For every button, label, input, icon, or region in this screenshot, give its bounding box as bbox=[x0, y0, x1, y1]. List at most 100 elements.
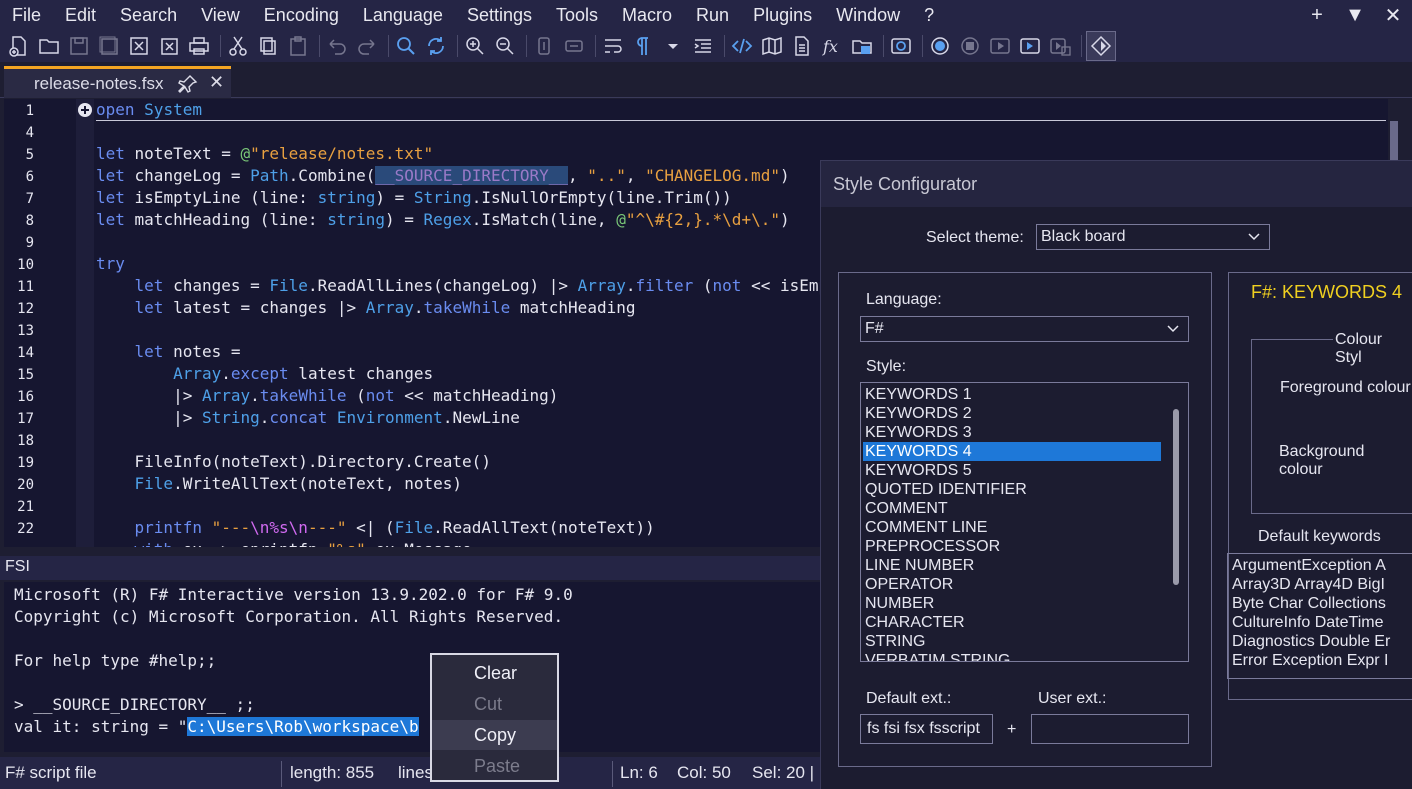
line-number: 22 bbox=[17, 521, 34, 537]
toolbar-separator bbox=[526, 35, 527, 57]
document-list-icon[interactable] bbox=[789, 33, 815, 59]
style-list-scrollbar[interactable] bbox=[1173, 409, 1179, 585]
new-tab-button[interactable]: + bbox=[1298, 4, 1336, 27]
style-list-item[interactable]: STRING bbox=[863, 632, 1161, 651]
fold-line bbox=[96, 120, 1386, 121]
paste-icon[interactable] bbox=[285, 33, 311, 59]
status-separator bbox=[281, 761, 282, 787]
style-list-item[interactable]: KEYWORDS 3 bbox=[863, 423, 1161, 442]
menu-search[interactable]: Search bbox=[108, 0, 189, 30]
code-line: let changes = File.ReadAllLines(changeLo… bbox=[134, 276, 896, 295]
indent-guide-icon[interactable] bbox=[690, 33, 716, 59]
copy-icon[interactable] bbox=[255, 33, 281, 59]
style-list-item[interactable]: COMMENT LINE bbox=[863, 518, 1161, 537]
toolbar: fx bbox=[0, 30, 1412, 62]
style-list-item[interactable]: QUOTED IDENTIFIER bbox=[863, 480, 1161, 499]
find-icon[interactable] bbox=[393, 33, 419, 59]
language-tag-icon[interactable] bbox=[729, 33, 755, 59]
default-keywords-label: Default keywords bbox=[1258, 528, 1381, 545]
tab-list-button[interactable]: ▼ bbox=[1336, 4, 1374, 27]
style-list-item[interactable]: KEYWORDS 2 bbox=[863, 404, 1161, 423]
new-file-icon[interactable] bbox=[6, 33, 32, 59]
language-select[interactable]: F# bbox=[860, 316, 1189, 342]
fsi-result-prefix: val it: string = " bbox=[14, 717, 188, 736]
style-list-item[interactable]: KEYWORDS 5 bbox=[863, 461, 1161, 480]
folder-workspace-icon[interactable] bbox=[849, 33, 875, 59]
style-list-item[interactable]: LINE NUMBER bbox=[863, 556, 1161, 575]
style-list-item[interactable]: OPERATOR bbox=[863, 575, 1161, 594]
menu-help[interactable]: ? bbox=[912, 0, 946, 30]
play-macro-icon[interactable] bbox=[987, 33, 1013, 59]
user-ext-field[interactable] bbox=[1031, 714, 1189, 744]
line-number: 8 bbox=[25, 213, 34, 229]
svg-text:fx: fx bbox=[822, 37, 838, 56]
fsharp-plugin-icon[interactable] bbox=[1086, 31, 1116, 61]
function-list-icon[interactable]: fx bbox=[819, 33, 845, 59]
zoom-out-icon[interactable] bbox=[492, 33, 518, 59]
close-window-button[interactable]: ✕ bbox=[1374, 3, 1412, 28]
style-list-item[interactable]: KEYWORDS 1 bbox=[863, 385, 1161, 404]
fsi-selected-text[interactable]: C:\Users\Rob\workspace\b bbox=[187, 717, 419, 736]
style-list-item[interactable]: NUMBER bbox=[863, 594, 1161, 613]
menu-settings[interactable]: Settings bbox=[455, 0, 544, 30]
fold-expand-icon[interactable] bbox=[76, 101, 94, 119]
replace-icon[interactable] bbox=[423, 33, 449, 59]
style-list-item-selected[interactable]: KEYWORDS 4 bbox=[863, 442, 1161, 461]
menu-encoding[interactable]: Encoding bbox=[252, 0, 351, 30]
fsi-console[interactable]: Microsoft (R) F# Interactive version 13.… bbox=[4, 582, 820, 752]
ctx-clear[interactable]: Clear bbox=[432, 658, 557, 688]
close-file-icon[interactable] bbox=[126, 33, 152, 59]
style-list[interactable]: KEYWORDS 1 KEYWORDS 2 KEYWORDS 3 KEYWORD… bbox=[860, 382, 1189, 662]
default-keywords-list[interactable]: ArgumentException A Array3D Array4D BigI… bbox=[1227, 553, 1412, 679]
theme-value: Black board bbox=[1041, 228, 1126, 245]
line-number: 15 bbox=[17, 367, 34, 383]
dropdown-chevron-icon[interactable] bbox=[660, 33, 686, 59]
save-macro-icon[interactable] bbox=[1047, 33, 1073, 59]
record-macro-icon[interactable] bbox=[927, 33, 953, 59]
menu-edit[interactable]: Edit bbox=[53, 0, 108, 30]
save-all-icon[interactable] bbox=[96, 33, 122, 59]
open-folder-icon[interactable] bbox=[36, 33, 62, 59]
save-icon[interactable] bbox=[66, 33, 92, 59]
language-value: F# bbox=[865, 320, 884, 337]
tab-label: release-notes.fsx bbox=[34, 73, 164, 93]
menu-macro[interactable]: Macro bbox=[610, 0, 684, 30]
dialog-title-bar[interactable]: Style Configurator bbox=[821, 161, 1412, 207]
undo-icon[interactable] bbox=[324, 33, 350, 59]
menu-file[interactable]: File bbox=[0, 0, 53, 30]
sync-horizontal-icon[interactable] bbox=[561, 33, 587, 59]
word-wrap-icon[interactable] bbox=[600, 33, 626, 59]
style-list-item[interactable]: COMMENT bbox=[863, 499, 1161, 518]
scrollbar-thumb[interactable] bbox=[1390, 121, 1398, 161]
zoom-in-icon[interactable] bbox=[462, 33, 488, 59]
pin-icon[interactable] bbox=[178, 74, 198, 99]
keyword-line: Error Exception Expr I bbox=[1232, 652, 1389, 669]
play-multiple-icon[interactable] bbox=[1017, 33, 1043, 59]
stop-macro-icon[interactable] bbox=[957, 33, 983, 59]
menu-run[interactable]: Run bbox=[684, 0, 741, 30]
theme-select[interactable]: Black board bbox=[1036, 224, 1270, 250]
menu-plugins[interactable]: Plugins bbox=[741, 0, 824, 30]
show-all-chars-icon[interactable] bbox=[630, 33, 656, 59]
style-configurator-dialog: Style Configurator Select theme: Black b… bbox=[820, 160, 1412, 789]
tab-release-notes[interactable]: release-notes.fsx ✕ bbox=[4, 66, 231, 98]
style-list-item[interactable]: CHARACTER bbox=[863, 613, 1161, 632]
menu-language[interactable]: Language bbox=[351, 0, 455, 30]
print-icon[interactable] bbox=[186, 33, 212, 59]
keyword-line: Diagnostics Double Er bbox=[1232, 633, 1391, 650]
cut-icon[interactable] bbox=[225, 33, 251, 59]
ctx-copy[interactable]: Copy bbox=[432, 720, 557, 750]
style-list-item[interactable]: PREPROCESSOR bbox=[863, 537, 1161, 556]
document-map-icon[interactable] bbox=[759, 33, 785, 59]
monitoring-icon[interactable] bbox=[888, 33, 914, 59]
redo-icon[interactable] bbox=[354, 33, 380, 59]
menu-tools[interactable]: Tools bbox=[544, 0, 610, 30]
tab-close-button[interactable]: ✕ bbox=[209, 72, 224, 93]
style-list-item[interactable]: VERBATIM STRING bbox=[863, 651, 1161, 661]
close-all-icon[interactable] bbox=[156, 33, 182, 59]
menu-view[interactable]: View bbox=[189, 0, 252, 30]
menu-window[interactable]: Window bbox=[824, 0, 912, 30]
line-number: 17 bbox=[17, 411, 34, 427]
keyword-line: Array3D Array4D BigI bbox=[1232, 576, 1385, 593]
sync-vertical-icon[interactable] bbox=[531, 33, 557, 59]
